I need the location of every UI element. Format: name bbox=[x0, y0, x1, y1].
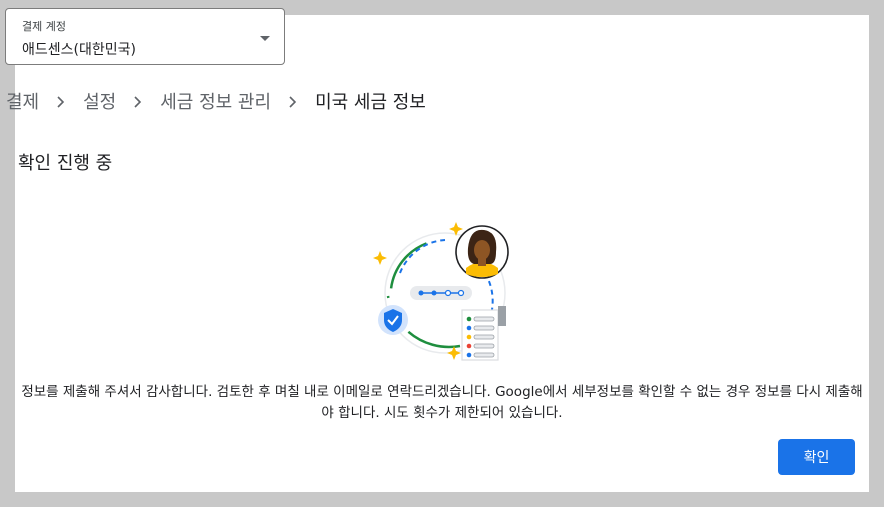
document-icon bbox=[461, 306, 506, 361]
status-message: 정보를 제출해 주셔서 감사합니다. 검토한 후 며칠 내로 이메일로 연락드리… bbox=[21, 384, 863, 421]
page-title: 확인 진행 중 bbox=[18, 153, 113, 174]
chevron-right-icon bbox=[39, 91, 83, 112]
breadcrumb-current: 미국 세금 정보 bbox=[315, 92, 426, 113]
billing-account-label: 결제 계정 bbox=[22, 20, 66, 33]
breadcrumb: 결제 설정 세금 정보 관리 미국 세금 정보 bbox=[6, 89, 426, 113]
breadcrumb-item-billing[interactable]: 결제 bbox=[6, 88, 39, 114]
breadcrumb-item-tax-info[interactable]: 세금 정보 관리 bbox=[160, 88, 271, 114]
verification-illustration bbox=[373, 222, 509, 361]
chevron-down-icon bbox=[260, 36, 270, 41]
billing-account-select[interactable]: 결제 계정 애드센스(대한민국) bbox=[5, 8, 285, 65]
avatar bbox=[455, 225, 509, 279]
confirm-button[interactable]: 확인 bbox=[778, 439, 855, 475]
chevron-right-icon bbox=[271, 91, 315, 112]
chevron-right-icon bbox=[116, 91, 160, 112]
shield-check-icon bbox=[378, 305, 408, 335]
breadcrumb-item-settings[interactable]: 설정 bbox=[83, 88, 116, 114]
billing-account-value: 애드센스(대한민국) bbox=[22, 42, 136, 58]
sparkle-icon bbox=[373, 251, 387, 265]
